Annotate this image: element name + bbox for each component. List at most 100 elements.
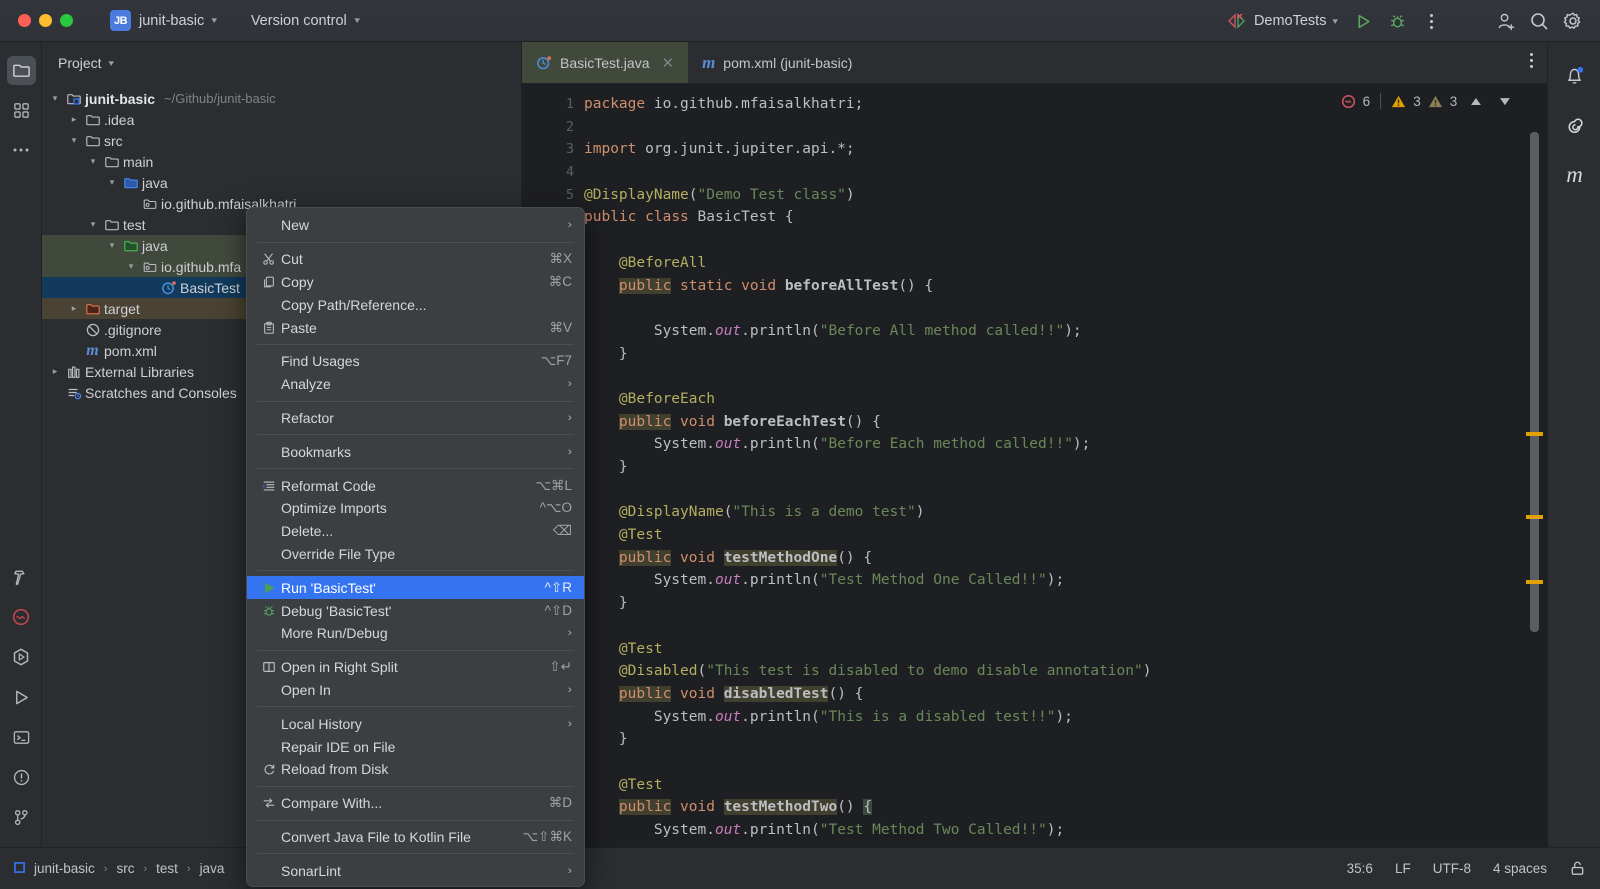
menu-item-optimize-imports[interactable]: Optimize Imports^⌥O [247,497,584,520]
tree-item-main[interactable]: ▾main [42,151,521,172]
run-configuration-selector[interactable]: DemoTests ▾ [1219,9,1346,33]
sidebar-item-services[interactable] [0,637,42,677]
sidebar-item-notifications[interactable] [0,757,42,797]
code-line[interactable]: @Disabled("This test is disabled to demo… [584,660,1547,683]
chevron-down-icon[interactable]: ▾ [65,135,83,146]
unlocked-padlock-icon[interactable] [1569,860,1586,877]
tree-item--idea[interactable]: ▸.idea [42,109,521,130]
chevron-down-icon[interactable]: ▾ [84,156,102,167]
warning-marker[interactable] [1526,515,1543,519]
code-line[interactable] [584,751,1547,774]
code-line[interactable]: System.out.println("Before All method ca… [584,320,1547,343]
code-line[interactable]: System.out.println("Test Method One Call… [584,569,1547,592]
scrollbar-thumb[interactable] [1530,132,1539,632]
chevron-down-icon[interactable]: ▾ [103,240,121,251]
code-line[interactable]: public void disabledTest() { [584,683,1547,706]
notifications-button[interactable] [1548,50,1600,100]
account-button[interactable] [1488,6,1522,36]
menu-item-reformat-code[interactable]: Reformat Code⌥⌘L [247,474,584,497]
warning-marker[interactable] [1526,432,1543,436]
menu-item-open-in-right-split[interactable]: Open in Right Split⇧↵ [247,656,584,679]
tree-item-java[interactable]: ▾java [42,172,521,193]
code-line[interactable]: @Test [584,774,1547,797]
editor-vertical-scrollbar[interactable] [1530,132,1539,845]
code-line[interactable]: @DisplayName("Demo Test class") [584,184,1547,207]
menu-item-debug-basictest[interactable]: Debug 'BasicTest'^⇧D [247,599,584,622]
tab-BasicTest-java[interactable]: BasicTest.java ✕ [522,42,688,83]
code-line[interactable]: @Test [584,638,1547,661]
tree-item-junit-basic[interactable]: ▾junit-basic~/Github/junit-basic [42,88,521,109]
code-content[interactable]: package io.github.mfaisalkhatri; import … [584,84,1547,847]
warning-marker[interactable] [1526,580,1543,584]
code-line[interactable]: } [584,728,1547,751]
menu-item-override-file-type[interactable]: Override File Type [247,543,584,566]
code-line[interactable]: @Test [584,524,1547,547]
menu-item-bookmarks[interactable]: Bookmarks› [247,440,584,463]
sidebar-item-git[interactable] [0,797,42,837]
window-controls[interactable] [18,14,73,27]
code-line[interactable]: } [584,343,1547,366]
sidebar-more-tool-windows[interactable] [0,130,42,170]
code-line[interactable] [584,229,1547,252]
menu-item-open-in[interactable]: Open In› [247,679,584,702]
sidebar-item-commit[interactable] [0,90,42,130]
menu-item-refactor[interactable]: Refactor› [247,407,584,430]
debug-button[interactable] [1380,6,1414,36]
inspections-widget[interactable]: 6 3 3 ▲ ▼ [1341,93,1511,109]
code-line[interactable] [584,297,1547,320]
more-actions-button[interactable] [1414,6,1448,36]
code-line[interactable]: } [584,456,1547,479]
editor-tabs-more-button[interactable] [1530,53,1533,68]
menu-item-copy[interactable]: Copy⌘C [247,271,584,294]
menu-item-reload-from-disk[interactable]: Reload from Disk [247,758,584,781]
menu-item-analyze[interactable]: Analyze› [247,373,584,396]
chevron-down-icon[interactable]: ▾ [122,261,140,272]
close-window-button[interactable] [18,14,31,27]
version-control-menu[interactable]: Version control ▾ [244,10,366,32]
breadcrumb-item[interactable]: java [200,861,225,876]
code-line[interactable]: @DisplayName("This is a demo test") [584,501,1547,524]
menu-item-find-usages[interactable]: Find Usages⌥F7 [247,350,584,373]
run-button[interactable] [1346,6,1380,36]
code-line[interactable] [584,161,1547,184]
menu-item-repair-ide-on-file[interactable]: Repair IDE on File [247,735,584,758]
code-line[interactable] [584,615,1547,638]
minimize-window-button[interactable] [39,14,52,27]
menu-item-sonarlint[interactable]: SonarLint› [247,859,584,882]
chevron-down-icon[interactable]: ▾ [84,219,102,230]
indent-setting[interactable]: 4 spaces [1493,861,1547,876]
settings-button[interactable] [1556,6,1590,36]
menu-item-cut[interactable]: Cut⌘X [247,248,584,271]
code-line[interactable]: } [584,592,1547,615]
chevron-down-icon[interactable]: ▾ [46,93,64,104]
chevron-right-icon[interactable]: ▸ [65,114,83,125]
menu-item-copy-path-reference[interactable]: Copy Path/Reference... [247,293,584,316]
sidebar-item-run[interactable] [0,677,42,717]
sidebar-item-problems[interactable] [0,597,42,637]
search-everywhere-button[interactable] [1522,6,1556,36]
file-encoding[interactable]: UTF-8 [1433,861,1471,876]
code-line[interactable]: public static void beforeAllTest() { [584,275,1547,298]
menu-item-local-history[interactable]: Local History› [247,712,584,735]
chevron-down-icon[interactable]: ▾ [103,177,121,188]
breadcrumb-item[interactable]: test [156,861,178,876]
menu-item-run-basictest[interactable]: Run 'BasicTest'^⇧R [247,576,584,599]
line-separator[interactable]: LF [1395,861,1411,876]
code-line[interactable] [584,116,1547,139]
file-context-menu[interactable]: New›Cut⌘XCopy⌘CCopy Path/Reference...Pas… [246,207,585,887]
chevron-up-icon[interactable]: ▲ [1468,94,1485,108]
maximize-window-button[interactable] [60,14,73,27]
close-icon[interactable]: ✕ [661,54,674,72]
ai-assistant-button[interactable] [1548,100,1600,150]
sidebar-item-project[interactable] [0,50,42,90]
code-line[interactable]: public void testMethodOne() { [584,547,1547,570]
sidebar-item-terminal[interactable] [0,717,42,757]
code-line[interactable]: public void testMethodTwo() { [584,796,1547,819]
breadcrumb-item[interactable]: junit-basic [34,861,95,876]
code-line[interactable]: System.out.println("Test Method Two Call… [584,819,1547,842]
tree-item-src[interactable]: ▾src [42,130,521,151]
tab-pom-xml[interactable]: m pom.xml (junit-basic) [688,42,866,83]
menu-item-convert-java-file-to-kotlin-file[interactable]: Convert Java File to Kotlin File⌥⇧⌘K [247,826,584,849]
breadcrumb[interactable]: junit-basic›src›test›java [14,861,224,876]
menu-item-more-run-debug[interactable]: More Run/Debug› [247,622,584,645]
